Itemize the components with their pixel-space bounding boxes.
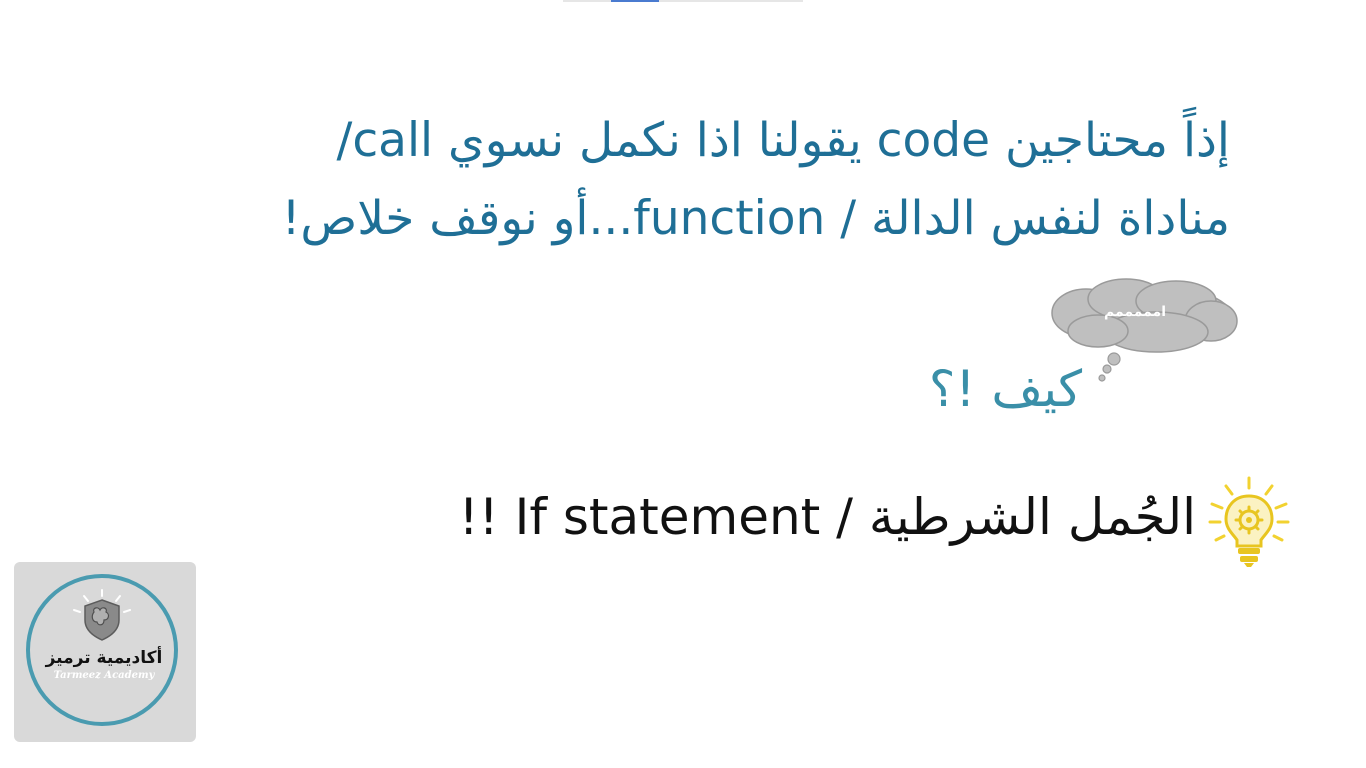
lightbulb-gear-icon <box>1208 476 1290 567</box>
heading-line-1: إذاً محتاجين code يقولنا اذا نكمل نسوي c… <box>336 113 1230 168</box>
academy-logo-title: أكاديمية ترميز <box>45 648 163 668</box>
thought-bubble-text: امممممم <box>1104 304 1166 320</box>
video-progress-indicator <box>563 0 803 2</box>
heading-line-2: مناداة لنفس الدالة / function...أو نوقف … <box>281 191 1230 246</box>
question-text: كيف !؟ <box>928 360 1082 418</box>
brain-icon <box>73 589 131 641</box>
video-progress-segment <box>611 0 659 2</box>
answer-statement: الجُمل الشرطية / If statement !! <box>458 488 1196 546</box>
slide-heading: إذاً محتاجين code يقولنا اذا نكمل نسوي c… <box>110 102 1230 258</box>
academy-logo-subtitle: Tarmeez Academy <box>53 670 155 681</box>
